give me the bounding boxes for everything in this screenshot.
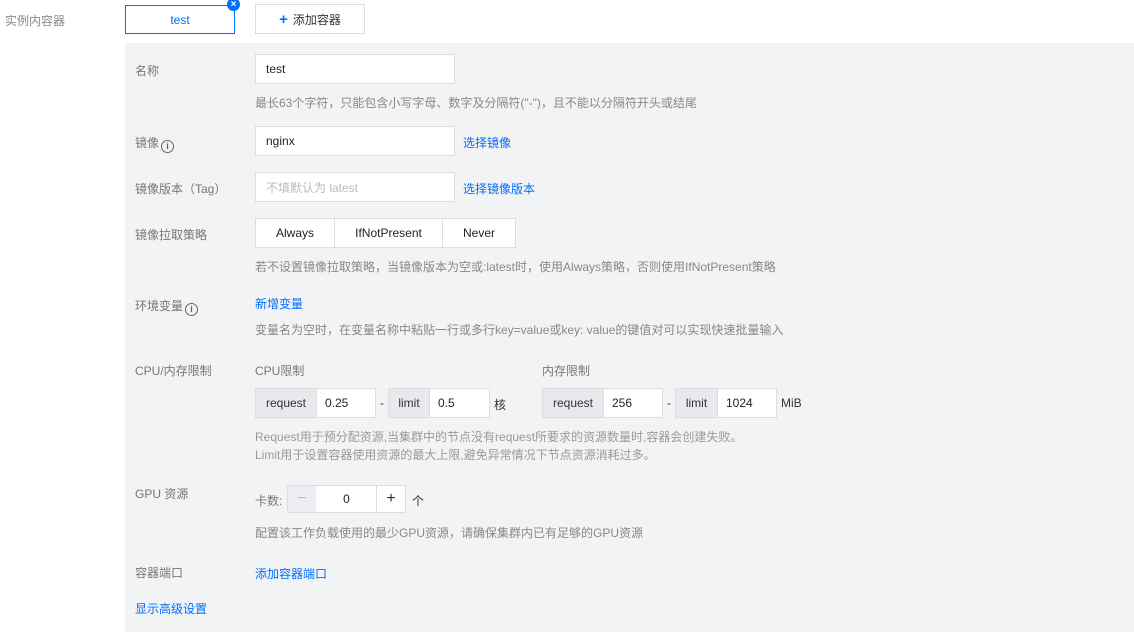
cpu-range-separator: - [380,396,384,410]
gpu-count-input[interactable]: 0 [316,485,377,513]
gpu-unit: 个 [412,494,425,508]
image-input[interactable]: nginx [255,126,455,156]
name-input-value: test [266,62,286,76]
container-tab-test[interactable]: test [125,5,235,34]
pull-policy-always[interactable]: Always [255,218,335,248]
image-tag-placeholder: 不填默认为 latest [266,180,359,195]
pull-policy-label: 镜像拉取策略 [135,228,208,242]
add-env-variable-link[interactable]: 新增变量 [255,295,303,312]
image-label: 镜像 i [135,134,175,153]
cpu-request-input[interactable]: 0.25 [316,388,376,418]
memory-limit-title: 内存限制 [542,364,591,378]
add-container-label: 添加容器 [292,12,341,27]
resources-hint-request: Request用于预分配资源,当集群中的节点没有request所要求的资源数量时… [255,430,743,444]
info-icon[interactable]: i [161,140,175,153]
minus-icon: − [297,490,307,507]
resources-hint-limit: Limit用于设置容器使用资源的最大上限,避免异常情况下节点资源消耗过多。 [255,448,656,462]
memory-request-addon: request [542,388,604,418]
pull-policy-hint: 若不设置镜像拉取策略，当镜像版本为空或:latest时，使用Always策略，否… [255,260,776,274]
section-label-containers: 实例内容器 [5,14,66,28]
plus-icon: + [386,490,396,507]
add-container-port-link[interactable]: 添加容器端口 [255,565,327,582]
select-image-tag-link[interactable]: 选择镜像版本 [463,180,535,197]
show-advanced-settings-link[interactable]: 显示高级设置 [135,600,207,617]
memory-limit-input[interactable]: 1024 [717,388,777,418]
container-tab-label: test [170,12,190,27]
name-hint: 最长63个字符，只能包含小写字母、数字及分隔符("-")，且不能以分隔符开头或结… [255,96,697,110]
env-label: 环境变量 i [135,297,199,316]
cpu-limit-title: CPU限制 [255,364,305,378]
select-image-link[interactable]: 选择镜像 [463,134,511,151]
env-hint: 变量名为空时，在变量名称中粘贴一行或多行key=value或key: value… [255,323,784,337]
cpu-limit-input[interactable]: 0.5 [429,388,490,418]
info-icon[interactable]: i [185,303,199,316]
gpu-label: GPU 资源 [135,487,189,501]
cpu-request-addon: request [255,388,317,418]
gpu-count-label: 卡数: [255,494,283,508]
memory-unit: MiB [781,396,802,410]
name-input[interactable]: test [255,54,455,84]
pull-policy-never[interactable]: Never [442,218,516,248]
close-icon[interactable]: × [227,0,240,11]
add-container-button[interactable]: + 添加容器 [255,4,365,34]
image-label-text: 镜像 [135,136,160,150]
memory-request-input[interactable]: 256 [603,388,663,418]
resources-label: CPU/内存限制 [135,364,212,378]
image-tag-input[interactable]: 不填默认为 latest [255,172,455,202]
name-label: 名称 [135,64,160,78]
gpu-increment-button[interactable]: + [376,485,406,513]
cpu-unit: 核 [494,398,507,412]
env-label-text: 环境变量 [135,299,184,313]
cpu-limit-addon: limit [388,388,430,418]
pull-policy-ifnotpresent[interactable]: IfNotPresent [334,218,443,248]
plus-icon: + [279,10,288,28]
image-input-value: nginx [266,134,295,148]
image-tag-label: 镜像版本（Tag） [135,182,227,196]
gpu-hint: 配置该工作负载使用的最少GPU资源，请确保集群内已有足够的GPU资源 [255,526,644,540]
memory-range-separator: - [667,396,671,410]
memory-limit-addon: limit [675,388,718,418]
ports-label: 容器端口 [135,566,184,580]
gpu-decrement-button[interactable]: − [287,485,317,513]
